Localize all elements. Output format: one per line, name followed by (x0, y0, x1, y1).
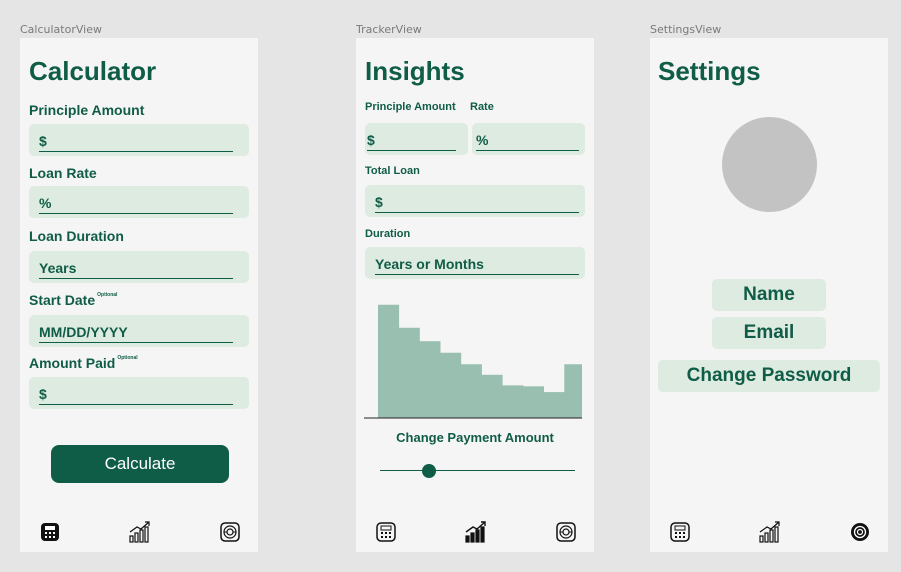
start-date-field[interactable]: MM/DD/YYYY (29, 315, 249, 347)
chart-bar-7 (502, 385, 524, 418)
payment-chart (364, 304, 582, 419)
start-date-label-text: Start Date (29, 292, 96, 308)
principle-amount-label: Principle Amount (365, 101, 456, 113)
duration-label: Duration (365, 228, 411, 240)
loan-rate-value: % (39, 195, 233, 214)
settings-icon[interactable] (556, 522, 576, 542)
calculator-view: Calculator Principle Amount $ Loan Rate … (20, 38, 258, 552)
amount-paid-field[interactable]: $ (29, 377, 249, 409)
chart-bar-4 (440, 352, 462, 418)
slider-track[interactable] (380, 470, 575, 471)
rate-field[interactable]: % (472, 123, 585, 155)
optional-tag: Optional (117, 355, 138, 361)
duration-field[interactable]: Years or Months (365, 247, 585, 279)
chart-bar-8 (522, 386, 544, 418)
calculate-button[interactable]: Calculate (51, 445, 229, 483)
loan-rate-field[interactable]: % (29, 186, 249, 218)
total-loan-label: Total Loan (365, 165, 420, 177)
loan-duration-value: Years (39, 260, 233, 279)
amount-paid-label: Amount Paid Optional (29, 355, 138, 371)
start-date-label: Start Date Optional (29, 292, 117, 308)
slider-thumb[interactable] (421, 464, 436, 478)
principle-amount-field[interactable]: $ (365, 123, 468, 155)
change-password-button[interactable]: Change Password (658, 360, 880, 392)
avatar[interactable] (722, 117, 817, 212)
email-button[interactable]: Email (712, 317, 826, 349)
total-loan-value: $ (375, 194, 579, 213)
chart-bar-2 (398, 327, 420, 418)
start-date-value: MM/DD/YYYY (39, 324, 233, 343)
principle-amount-label: Principle Amount (29, 102, 145, 118)
settings-icon[interactable] (220, 522, 240, 542)
rate-label: Rate (470, 101, 494, 113)
loan-rate-label: Loan Rate (29, 165, 97, 181)
calculator-icon[interactable] (670, 522, 690, 542)
optional-tag: Optional (97, 292, 118, 298)
loan-duration-field[interactable]: Years (29, 251, 249, 283)
chart-icon[interactable] (758, 520, 782, 544)
principle-amount-field[interactable]: $ (29, 124, 249, 156)
page-title: Settings (658, 56, 761, 86)
chart-bar-1 (378, 304, 400, 418)
change-payment-label: Change Payment Amount (396, 430, 554, 445)
total-loan-field[interactable]: $ (365, 185, 585, 217)
calculator-icon[interactable] (40, 522, 60, 542)
calculator-icon[interactable] (376, 522, 396, 542)
page-title: Insights (365, 56, 465, 86)
chart-bar-6 (481, 374, 503, 418)
loan-duration-label: Loan Duration (29, 228, 124, 244)
chart-bar-10 (564, 364, 582, 418)
page-title: Calculator (29, 56, 157, 86)
frame-label-tracker: TrackerView (356, 23, 422, 36)
chart-bar-5 (460, 364, 482, 418)
chart-bar-9 (543, 392, 565, 418)
rate-value: % (476, 132, 579, 151)
frame-label-settings: SettingsView (650, 23, 722, 36)
principle-amount-value: $ (367, 132, 456, 151)
name-button[interactable]: Name (712, 279, 826, 311)
settings-view: Settings Name Email Change Password (650, 38, 888, 552)
frame-label-calculator: CalculatorView (20, 23, 102, 36)
chart-bar-3 (419, 341, 441, 418)
amount-paid-value: $ (39, 386, 233, 405)
chart-icon[interactable] (128, 520, 152, 544)
tracker-view: Insights Principle Amount Rate $ % Total… (356, 38, 594, 552)
settings-icon[interactable] (850, 522, 870, 542)
principle-amount-value: $ (39, 133, 233, 152)
chart-icon[interactable] (464, 520, 488, 544)
duration-value: Years or Months (375, 256, 579, 275)
amount-paid-label-text: Amount Paid (29, 355, 116, 371)
